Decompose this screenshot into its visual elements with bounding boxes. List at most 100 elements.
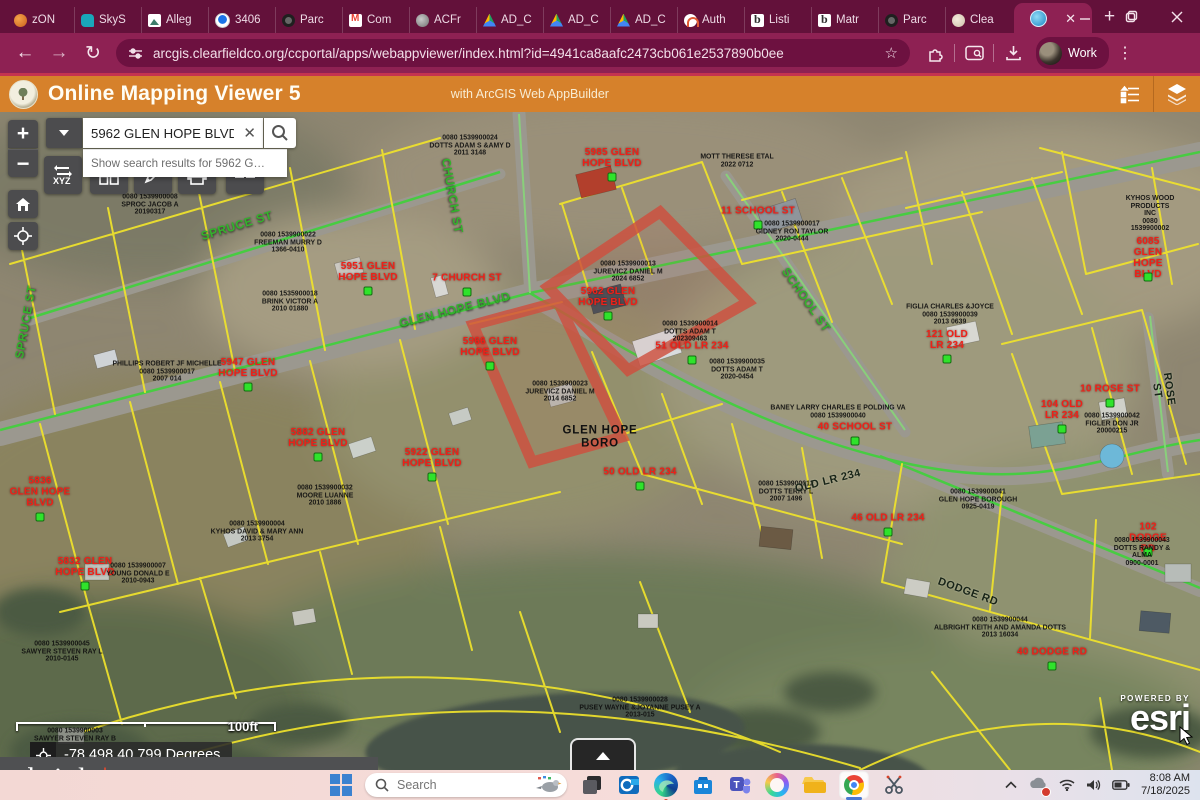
- dark-favicon: [885, 14, 898, 27]
- taskbar-center: T: [330, 771, 906, 799]
- browser-menu-icon[interactable]: ⋮: [1117, 43, 1133, 63]
- search-sidepanel-icon[interactable]: [959, 39, 989, 67]
- tab-label: 3406: [235, 14, 261, 26]
- gmail-favicon: [349, 14, 362, 27]
- browser-tab[interactable]: Alleg: [141, 7, 208, 33]
- zone-favicon: [14, 14, 27, 27]
- address-bar[interactable]: arcgis.clearfieldco.org/ccportal/apps/we…: [116, 39, 910, 67]
- toolbar-divider: [993, 44, 994, 62]
- search-input[interactable]: [83, 126, 236, 141]
- tray-chevron-icon[interactable]: [1005, 781, 1017, 789]
- outlook-icon[interactable]: [617, 773, 641, 797]
- forward-button[interactable]: →: [42, 42, 76, 64]
- tab-label: AD_C: [635, 14, 666, 26]
- search-icon: [271, 124, 289, 142]
- taskbar-clock[interactable]: 8:08 AM 7/18/2025: [1141, 772, 1190, 798]
- system-tray: 8:08 AM 7/18/2025: [1005, 772, 1200, 798]
- tab-label: Alleg: [166, 14, 192, 26]
- close-window-button[interactable]: [1154, 0, 1200, 33]
- site-info-icon[interactable]: [128, 47, 143, 60]
- downloads-icon[interactable]: [998, 39, 1028, 67]
- zoom-out-button[interactable]: −: [8, 149, 38, 177]
- county-seal-logo: [9, 80, 38, 109]
- expand-attribution-button[interactable]: [570, 738, 636, 770]
- browser-tab[interactable]: zON: [8, 7, 74, 33]
- drive-favicon: [483, 14, 496, 27]
- app-header: Online Mapping Viewer 5 with ArcGIS Web …: [0, 73, 1200, 112]
- file-explorer-icon[interactable]: [802, 773, 826, 797]
- browser-tab[interactable]: AD_C: [543, 7, 610, 33]
- page-title: Online Mapping Viewer 5: [48, 82, 301, 106]
- browser-tab[interactable]: Listi: [744, 7, 811, 33]
- start-button[interactable]: [330, 774, 352, 796]
- browser-tab[interactable]: Matr: [811, 7, 878, 33]
- browser-tab[interactable]: Parc: [275, 7, 342, 33]
- arcgis-favicon: [1030, 10, 1047, 27]
- back-button[interactable]: ←: [8, 42, 42, 64]
- restore-button[interactable]: [1108, 0, 1154, 33]
- browser-tab[interactable]: Com: [342, 7, 409, 33]
- aerial-imagery: [0, 112, 1200, 770]
- gray-favicon: [416, 14, 429, 27]
- browser-tab[interactable]: AD_C: [610, 7, 677, 33]
- copilot-icon[interactable]: [765, 773, 789, 797]
- browser-tab[interactable]: Auth: [677, 7, 744, 33]
- browser-tab[interactable]: 3406: [208, 7, 275, 33]
- taskbar-search[interactable]: [365, 773, 567, 797]
- tab-label: Matr: [836, 14, 859, 26]
- browser-tab[interactable]: Clea: [945, 7, 1012, 33]
- browser-tab[interactable]: AD_C: [476, 7, 543, 33]
- tab-label: ACFr: [434, 14, 461, 26]
- legend-button[interactable]: [1107, 76, 1153, 112]
- zoom-in-button[interactable]: +: [8, 120, 38, 148]
- clock-time: 8:08 AM: [1141, 772, 1190, 785]
- task-view-icon[interactable]: [580, 773, 604, 797]
- onedrive-icon[interactable]: [1028, 776, 1048, 795]
- crosshair-icon: [14, 227, 32, 245]
- volume-icon[interactable]: [1086, 779, 1101, 791]
- mountain-favicon: [148, 14, 161, 27]
- snipping-tool-icon[interactable]: [882, 773, 906, 797]
- page-subtitle: with ArcGIS Web AppBuilder: [451, 87, 609, 101]
- auth-favicon: [684, 14, 697, 27]
- extensions-icon[interactable]: [920, 39, 950, 67]
- browser-tab[interactable]: Parc: [878, 7, 945, 33]
- battery-icon[interactable]: [1112, 780, 1130, 790]
- teams-icon[interactable]: T: [728, 773, 752, 797]
- pin-favicon: [215, 13, 230, 28]
- screen: zONSkySAlleg3406ParcComACFrAD_CAD_CAD_CA…: [0, 0, 1200, 800]
- clear-favicon: [952, 14, 965, 27]
- profile-avatar: [1039, 42, 1062, 65]
- search-button[interactable]: [264, 118, 296, 148]
- layers-button[interactable]: [1154, 76, 1200, 112]
- taskbar-search-input[interactable]: [395, 777, 533, 793]
- microsoft-store-icon[interactable]: [691, 773, 715, 797]
- map-canvas[interactable]: 5985 GLEN HOPE BLVD11 SCHOOL ST6085 GLEN…: [0, 112, 1200, 770]
- bright-favicon: [818, 14, 831, 27]
- wifi-icon[interactable]: [1059, 779, 1075, 791]
- search-suggestion[interactable]: Show search results for 5962 G…: [83, 149, 287, 177]
- edge-icon[interactable]: [654, 773, 678, 797]
- home-extent-button[interactable]: [8, 190, 38, 218]
- tab-label: Parc: [903, 14, 927, 26]
- coordinate-conversion-button[interactable]: XYZ: [44, 156, 82, 194]
- search-source-dropdown[interactable]: [46, 118, 82, 148]
- tab-label: Listi: [769, 14, 789, 26]
- profile-name: Work: [1068, 46, 1097, 60]
- reload-button[interactable]: ↻: [76, 42, 110, 65]
- chrome-taskbar-icon[interactable]: [839, 771, 869, 799]
- clear-search-icon[interactable]: ✕: [236, 124, 263, 142]
- toolbar-divider: [954, 44, 955, 62]
- profile-chip[interactable]: Work: [1036, 37, 1109, 69]
- browser-tab[interactable]: SkyS: [74, 7, 141, 33]
- sky-favicon: [81, 14, 94, 27]
- bookmark-star-icon[interactable]: ☆: [885, 44, 898, 62]
- tab-label: SkyS: [99, 14, 126, 26]
- minimize-button[interactable]: [1062, 0, 1108, 33]
- tab-label: Parc: [300, 14, 324, 26]
- tab-label: Com: [367, 14, 391, 26]
- browser-tab[interactable]: ACFr: [409, 7, 476, 33]
- tab-label: Clea: [970, 14, 994, 26]
- my-location-button[interactable]: [8, 222, 38, 250]
- chrome-logo: [844, 775, 864, 795]
